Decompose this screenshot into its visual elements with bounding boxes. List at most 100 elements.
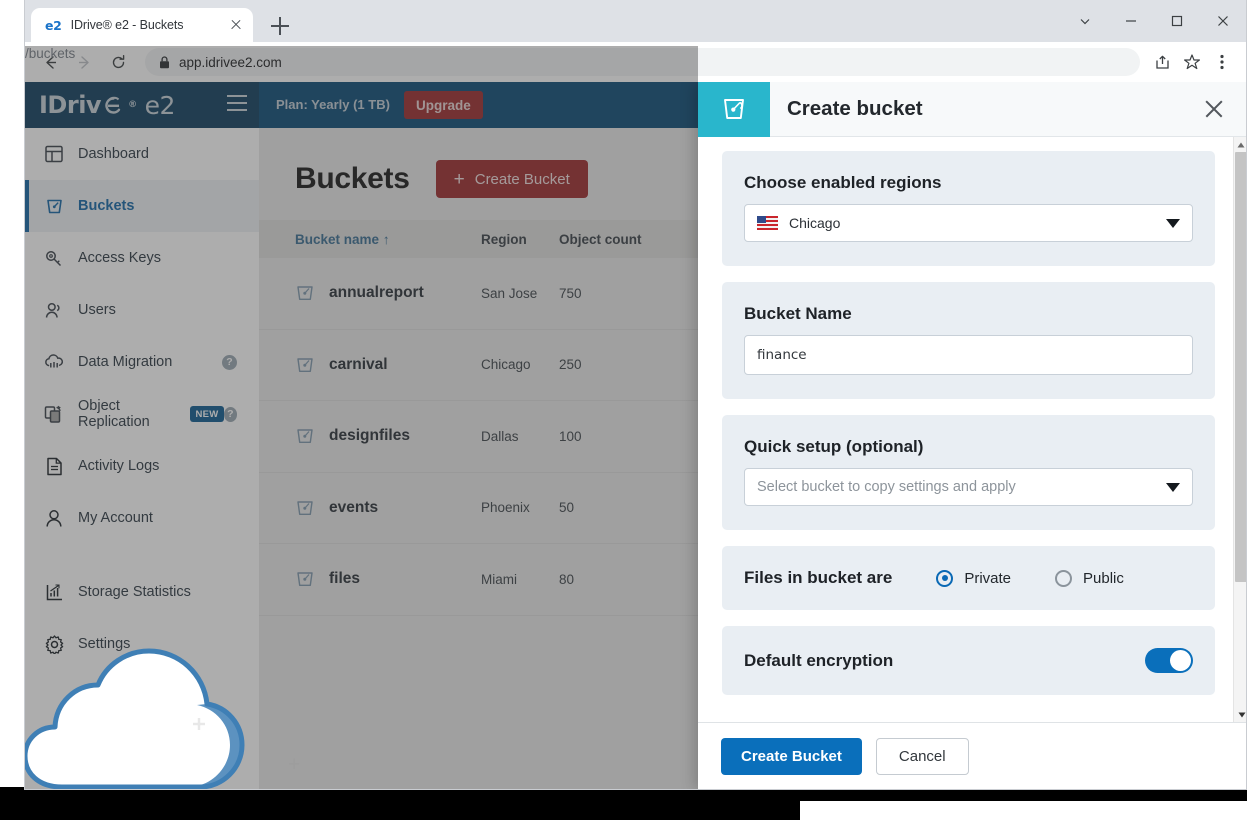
create-bucket-button[interactable]: + Create Bucket: [436, 160, 588, 198]
chevron-down-icon[interactable]: [1062, 0, 1108, 42]
us-flag-icon: [757, 216, 778, 230]
radio-private-label: Private: [964, 570, 1011, 587]
close-window-icon[interactable]: [1200, 0, 1246, 42]
bucket-row-icon: [295, 498, 315, 518]
browser-tab[interactable]: e2 IDrive® e2 - Buckets: [31, 8, 253, 42]
logo-registered: ®: [128, 100, 137, 110]
migration-icon: [43, 351, 65, 373]
bucket-object-count: 50: [559, 500, 574, 515]
logo-text: IDriv: [39, 91, 101, 119]
page-title: Buckets: [295, 162, 410, 196]
sidebar-label: Settings: [78, 636, 130, 652]
idrive-logo: IDriv ® e2: [39, 91, 175, 120]
bucket-name-input[interactable]: finance: [744, 335, 1193, 375]
dialog-body: Choose enabled regions Chicago: [698, 137, 1246, 722]
bookmark-star-icon[interactable]: [1178, 48, 1206, 76]
scroll-down-icon[interactable]: [1234, 707, 1246, 722]
files-access-label: Files in bucket are: [744, 568, 892, 588]
column-header-object-count[interactable]: Object count: [559, 232, 719, 247]
dialog-header: Create bucket: [698, 82, 1246, 137]
close-tab-icon[interactable]: [227, 16, 245, 34]
bucket-region: San Jose: [481, 286, 559, 301]
radio-public[interactable]: Public: [1055, 570, 1124, 587]
quick-setup-select[interactable]: Select bucket to copy settings and apply: [744, 468, 1193, 506]
create-bucket-submit-button[interactable]: Create Bucket: [721, 738, 862, 775]
reload-icon[interactable]: [103, 47, 133, 77]
upgrade-button[interactable]: Upgrade: [404, 91, 483, 119]
brand-zone: IDriv ® e2: [25, 82, 259, 128]
bucket-name-field-group: Bucket Name finance: [722, 282, 1215, 399]
radio-private[interactable]: Private: [936, 570, 1011, 587]
logo-e2: e2: [145, 91, 175, 120]
person-icon: [43, 507, 65, 529]
back-icon[interactable]: [35, 47, 65, 77]
column-label: Bucket name: [295, 232, 379, 247]
url-bar[interactable]: app.idrivee2.com/buckets: [145, 48, 1140, 76]
url-text: app.idrivee2.com/buckets: [179, 55, 282, 70]
sidebar-label: Dashboard: [78, 146, 149, 162]
plus-icon: +: [454, 170, 465, 189]
sidebar-item-my-account[interactable]: My Account: [25, 492, 259, 544]
bucket-name: events: [329, 499, 481, 517]
minimize-icon[interactable]: [1108, 0, 1154, 42]
sidebar-item-activity-logs[interactable]: Activity Logs: [25, 440, 259, 492]
gear-icon: [43, 633, 65, 655]
files-access-group: Files in bucket are Private Public: [722, 546, 1215, 610]
sidebar-label: Users: [78, 302, 116, 318]
chart-icon: [43, 581, 65, 603]
bucket-object-count: 750: [559, 286, 582, 301]
hamburger-menu-icon[interactable]: [227, 95, 247, 111]
sidebar-label: Access Keys: [78, 250, 161, 266]
dialog-footer: Create Bucket Cancel: [698, 722, 1246, 790]
chevron-down-icon: [1166, 483, 1180, 492]
encryption-label: Default encryption: [744, 651, 893, 671]
create-bucket-label: Create Bucket: [475, 171, 570, 188]
sidebar-item-object-replication[interactable]: Object Replication NEW ?: [25, 388, 259, 440]
window-controls: [1062, 0, 1246, 42]
sidebar-item-users[interactable]: Users: [25, 284, 259, 336]
share-icon[interactable]: [1148, 48, 1176, 76]
bucket-name: carnival: [329, 356, 481, 374]
radio-public-dot: [1055, 570, 1072, 587]
dialog-scrollbar[interactable]: [1233, 137, 1246, 722]
bucket-row-icon: [295, 283, 315, 303]
scroll-up-icon[interactable]: [1234, 137, 1246, 152]
column-header-bucket-name[interactable]: Bucket name ↑: [295, 232, 481, 247]
sidebar-item-settings[interactable]: Settings: [25, 618, 259, 670]
url-domain: app.idrivee2.com: [179, 55, 282, 70]
dialog-title: Create bucket: [787, 97, 923, 121]
bucket-object-count: 250: [559, 357, 582, 372]
new-tab-button[interactable]: [271, 17, 289, 35]
bucket-name: designfiles: [329, 427, 481, 445]
document-icon: [43, 455, 65, 477]
close-dialog-icon[interactable]: [1202, 97, 1226, 121]
maximize-icon[interactable]: [1154, 0, 1200, 42]
users-icon: [43, 299, 65, 321]
bucket-icon: [43, 195, 65, 217]
bucket-region: Chicago: [481, 357, 559, 372]
bucket-object-count: 100: [559, 429, 582, 444]
sidebar-item-storage-statistics[interactable]: Storage Statistics: [25, 566, 259, 618]
screen: e2 IDrive® e2 - Buckets: [0, 0, 1247, 820]
bucket-row-icon: [295, 569, 315, 589]
bucket-region: Miami: [481, 572, 559, 587]
more-menu-icon[interactable]: [1208, 48, 1236, 76]
encryption-toggle[interactable]: [1145, 648, 1193, 673]
cancel-button[interactable]: Cancel: [876, 738, 969, 775]
sidebar-label: Storage Statistics: [78, 584, 191, 600]
sidebar-label: My Account: [78, 510, 153, 526]
help-icon[interactable]: ?: [224, 407, 237, 422]
sidebar-item-buckets[interactable]: Buckets: [25, 180, 259, 232]
sidebar-item-access-keys[interactable]: Access Keys: [25, 232, 259, 284]
column-header-region[interactable]: Region: [481, 232, 559, 247]
forward-icon[interactable]: [69, 47, 99, 77]
sidebar-item-data-migration[interactable]: Data Migration ?: [25, 336, 259, 388]
sidebar-item-dashboard[interactable]: Dashboard: [25, 128, 259, 180]
sidebar-label: Object Replication: [78, 398, 183, 430]
scrollbar-thumb[interactable]: [1235, 152, 1246, 582]
help-icon[interactable]: ?: [222, 355, 237, 370]
sidebar-spacer: [25, 544, 259, 566]
replication-icon: [43, 403, 65, 425]
tab-title: IDrive® e2 - Buckets: [71, 18, 227, 32]
region-select[interactable]: Chicago: [744, 204, 1193, 242]
